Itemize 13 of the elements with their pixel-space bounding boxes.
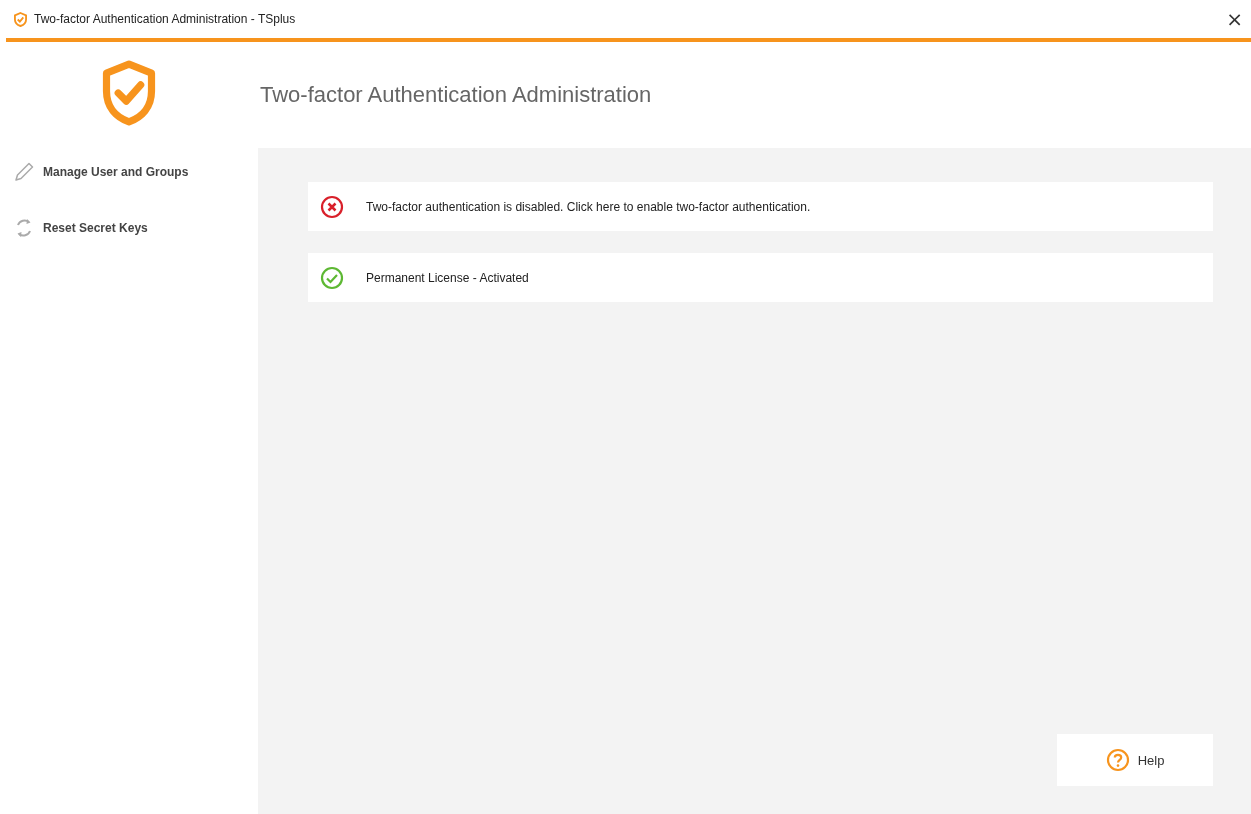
- check-circle-icon: [320, 265, 344, 290]
- page-heading: Two-factor Authentication Administration: [260, 82, 652, 108]
- sidebar-item[interactable]: Reset Secret Keys: [0, 200, 258, 256]
- help-button[interactable]: Help: [1057, 734, 1213, 786]
- help-icon: [1105, 748, 1130, 772]
- error-icon: [320, 194, 344, 219]
- sidebar-item[interactable]: Manage User and Groups: [0, 144, 258, 200]
- shield-icon: [14, 11, 27, 27]
- pencil-icon: [13, 161, 35, 183]
- status-row[interactable]: Permanent License - Activated: [308, 253, 1213, 302]
- close-button[interactable]: ×: [1218, 7, 1251, 31]
- window-title: Two-factor Authentication Administration - TSplus: [34, 12, 296, 26]
- status-row[interactable]: Two-factor authentication is disabled. Click here to enable two-factor authentication.: [308, 182, 1213, 231]
